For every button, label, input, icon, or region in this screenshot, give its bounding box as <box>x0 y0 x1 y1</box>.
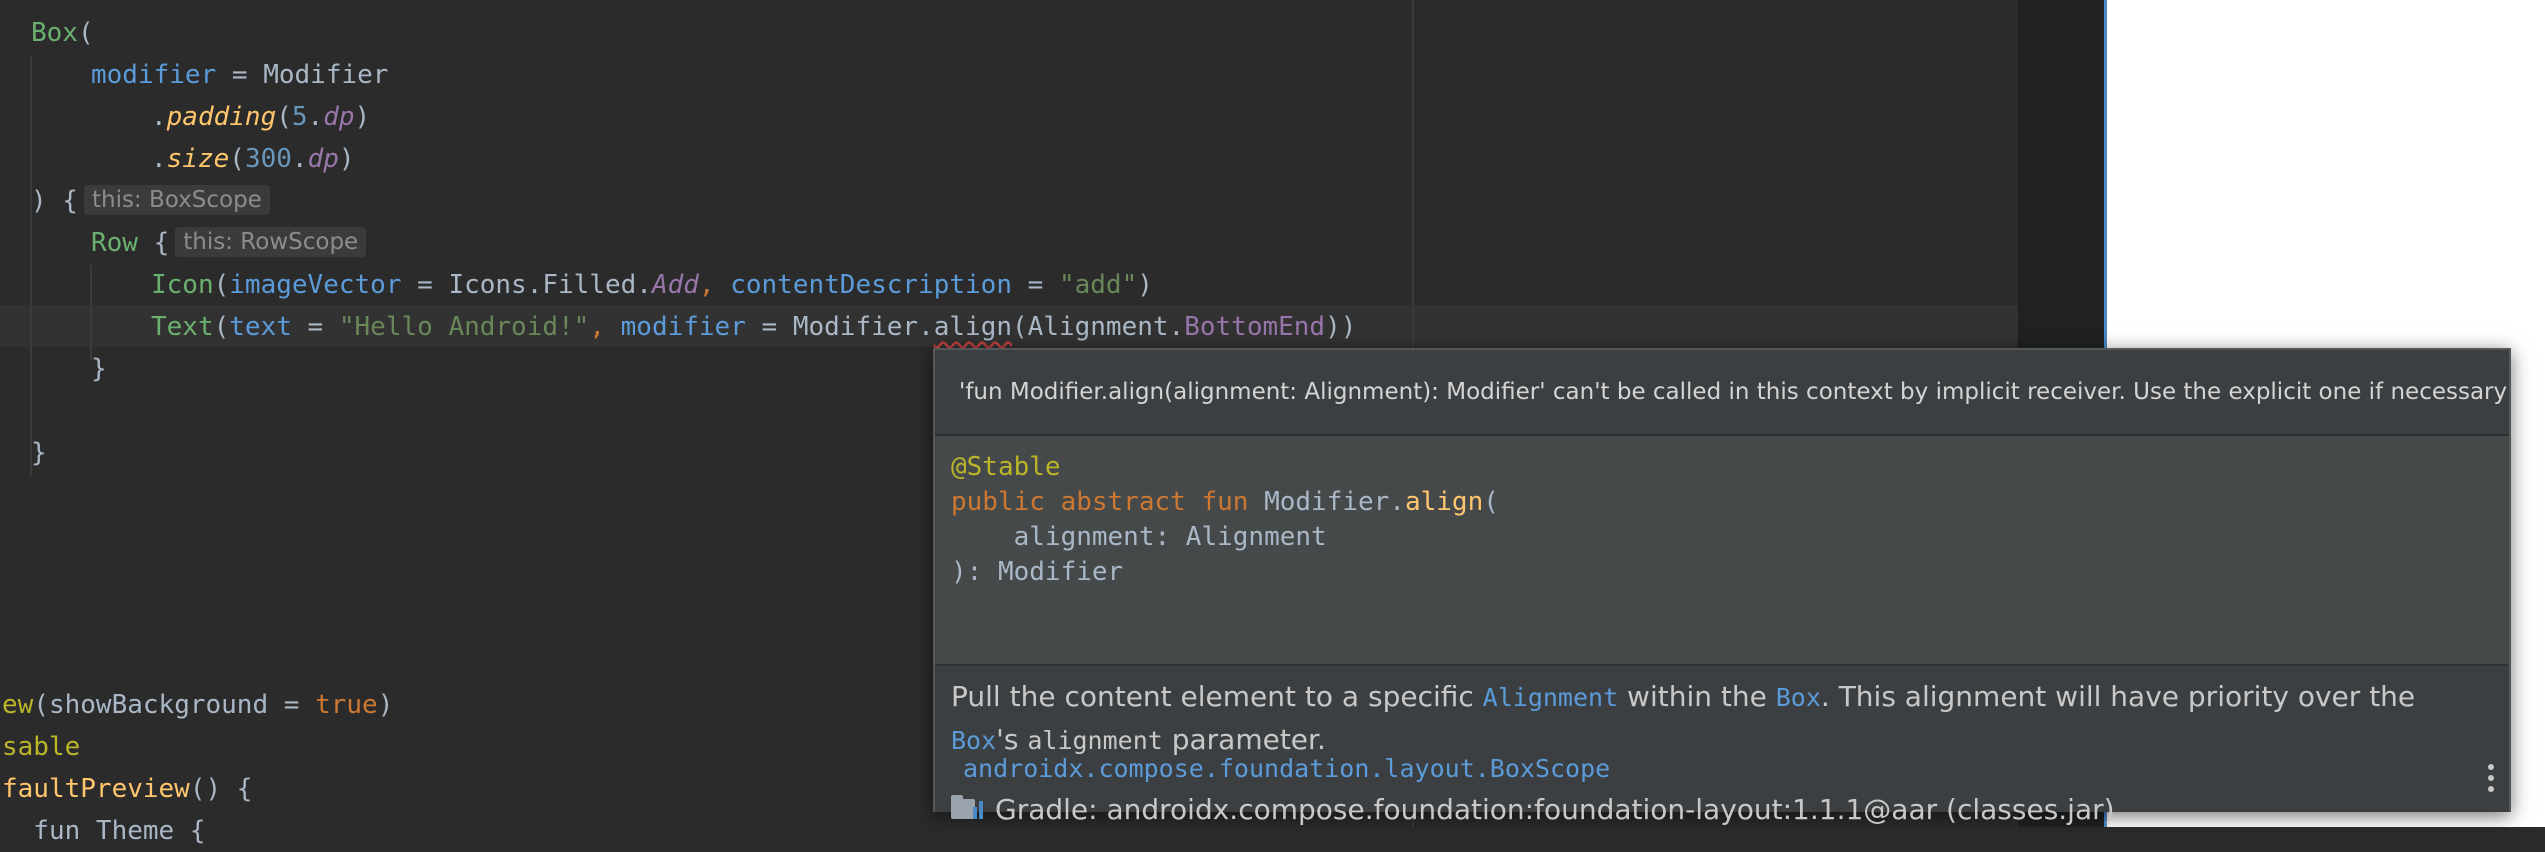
doc-link-box[interactable]: Box <box>951 726 996 755</box>
package-link[interactable]: androidx.compose.foundation.layout.BoxSc… <box>963 752 1610 786</box>
code-token: . <box>307 102 324 132</box>
code-token: ) <box>338 144 355 174</box>
code-token: Icons.Filled. <box>448 270 652 300</box>
code-token: Row <box>91 228 138 258</box>
code-token: dp <box>323 102 355 132</box>
code-line[interactable]: .size(300.dp) <box>151 138 355 180</box>
code-token: ) <box>377 690 394 720</box>
code-token: ( <box>229 144 245 174</box>
signature-parameter: alignment: Alignment <box>951 522 1327 552</box>
code-token: } <box>91 354 107 384</box>
doc-link-box[interactable]: Box <box>1776 683 1821 712</box>
code-token: ( <box>276 102 292 132</box>
code-token: ) <box>354 102 371 132</box>
code-token: padding <box>166 102 277 132</box>
code-token: Icon <box>151 270 214 300</box>
code-line[interactable]: ew(showBackground = true) <box>2 684 393 726</box>
code-line[interactable]: faultPreview() { <box>2 768 252 810</box>
code-line[interactable]: fun Theme { <box>2 810 206 852</box>
code-token: Text <box>151 312 214 342</box>
code-token: modifier <box>620 312 746 342</box>
code-token: { <box>137 228 170 258</box>
code-token: modifier <box>91 60 217 90</box>
documentation-body: Pull the content element to a specific A… <box>935 666 2509 826</box>
code-token: , <box>589 312 621 342</box>
quick-documentation-popup[interactable]: 'fun Modifier.align(alignment: Alignment… <box>933 348 2511 826</box>
code-token: size <box>166 144 230 174</box>
code-token: = <box>1011 270 1059 300</box>
code-token: true <box>315 690 378 720</box>
code-line[interactable]: .padding(5.dp) <box>151 96 370 138</box>
code-token: } <box>31 438 47 468</box>
code-token: 300 <box>244 144 292 174</box>
code-token: = <box>291 312 339 342</box>
more-vertical-icon[interactable] <box>2487 764 2495 794</box>
gradle-library-label: Gradle: androidx.compose.foundation:foun… <box>995 793 2115 826</box>
signature-annotation: @Stable <box>951 452 1061 482</box>
signature-return: ): Modifier <box>951 557 1124 587</box>
code-token: = <box>745 312 793 342</box>
indent-guide <box>30 56 32 476</box>
code-token: imageVector <box>229 270 402 300</box>
code-token: . <box>151 144 167 174</box>
documentation-text: Pull the content element to a specific A… <box>951 680 2416 756</box>
code-token: Modifier <box>263 60 389 90</box>
gradle-library-icon <box>951 795 985 823</box>
code-token: ) { <box>31 186 78 216</box>
code-token: ( <box>77 18 94 48</box>
signature-block: @Stable public abstract fun Modifier.ali… <box>935 436 2509 664</box>
code-line[interactable]: } <box>31 432 47 474</box>
code-token: "Hello Android!" <box>338 312 590 342</box>
gradle-library-info: Gradle: androidx.compose.foundation:foun… <box>951 790 2115 830</box>
indent-guide <box>90 265 92 360</box>
code-line[interactable]: Row {this: RowScope <box>91 222 367 264</box>
code-token: sable <box>2 732 81 762</box>
error-highlight[interactable]: align <box>934 312 1012 342</box>
code-token: 5 <box>291 102 308 132</box>
code-token: ) <box>1137 270 1153 300</box>
code-token: )) <box>1325 312 1357 342</box>
code-line[interactable]: } <box>91 348 107 390</box>
code-token: faultPreview <box>2 774 190 804</box>
code-token: ew <box>2 690 34 720</box>
code-token: , <box>698 270 731 300</box>
code-token: = <box>216 60 264 90</box>
code-token: Add <box>651 270 699 300</box>
code-token: text <box>229 312 292 342</box>
code-line[interactable]: Box( <box>31 12 94 54</box>
code-line[interactable]: sable <box>2 726 80 768</box>
code-token: fun Theme { <box>2 816 206 846</box>
code-line[interactable]: ) {this: BoxScope <box>31 180 270 222</box>
error-message: 'fun Modifier.align(alignment: Alignment… <box>935 350 2509 434</box>
code-token: ( <box>213 270 230 300</box>
code-token: = <box>401 270 449 300</box>
code-token: BottomEnd <box>1184 312 1326 342</box>
code-token: (showBackground = <box>33 690 316 720</box>
code-token: ( <box>213 312 230 342</box>
code-token: . <box>151 102 167 132</box>
signature-declaration: public abstract fun Modifier.align( <box>951 487 1499 517</box>
code-token: Modifier. <box>792 312 934 342</box>
code-token: . <box>291 144 308 174</box>
code-token: (Alignment. <box>1012 312 1185 342</box>
code-token: contentDescription <box>730 270 1012 300</box>
doc-link-alignment[interactable]: Alignment <box>1483 683 1618 712</box>
code-token: dp <box>307 144 339 174</box>
code-line[interactable]: Text(text = "Hello Android!", modifier =… <box>151 306 1356 348</box>
code-line[interactable]: modifier = Modifier <box>91 54 388 96</box>
code-token: () { <box>189 774 253 804</box>
code-line[interactable]: Icon(imageVector = Icons.Filled.Add, con… <box>151 264 1153 306</box>
code-token: "add" <box>1058 270 1138 300</box>
inlay-hint: this: RowScope <box>175 227 367 257</box>
code-token: Box <box>31 18 78 48</box>
inlay-hint: this: BoxScope <box>83 185 270 215</box>
